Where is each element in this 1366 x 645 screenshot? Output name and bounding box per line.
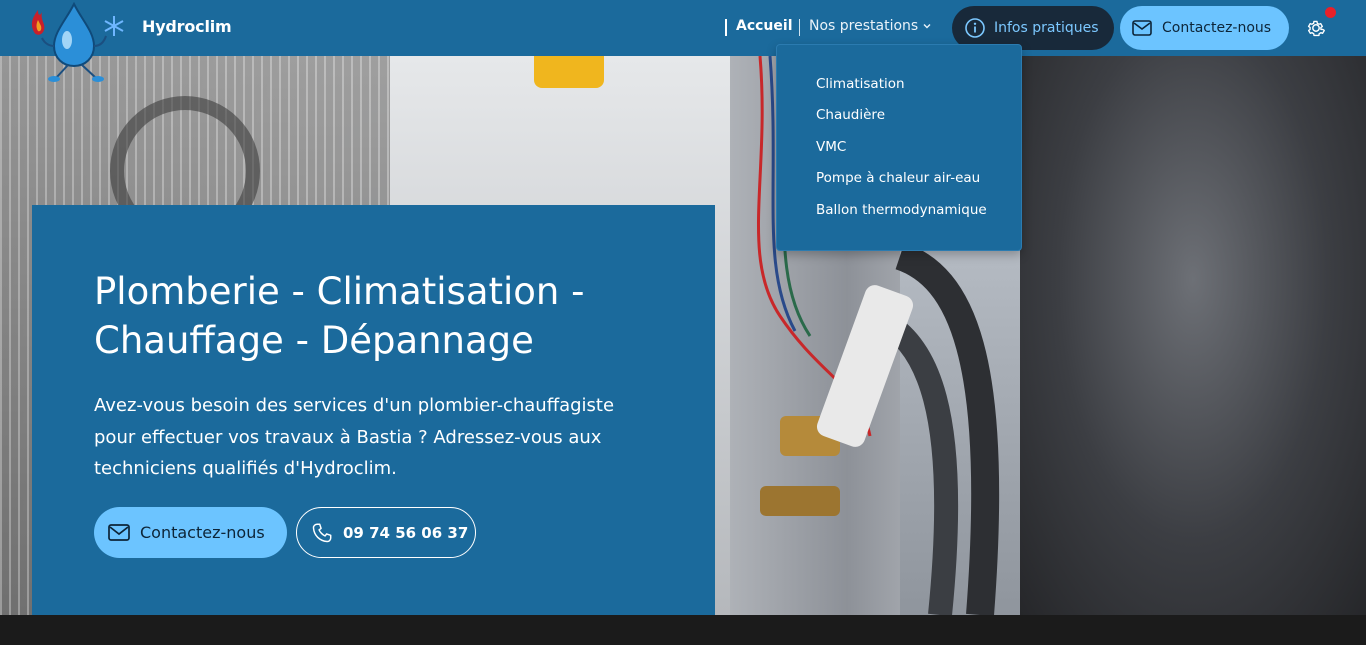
mail-icon — [108, 524, 130, 541]
site-header: Hydroclim Accueil Nos prestations Infos … — [0, 0, 1366, 82]
water-drop-logo-icon[interactable] — [26, 2, 130, 84]
nav-prestations-label: Nos prestations — [809, 18, 919, 34]
brand-name[interactable]: Hydroclim — [142, 17, 232, 36]
header-contact-button[interactable]: Contactez-nous — [1120, 6, 1289, 50]
hero-photo-gauge — [534, 56, 604, 88]
info-icon — [965, 18, 985, 38]
hero-description: Avez-vous besoin des services d'un plomb… — [94, 395, 615, 479]
nav-accueil[interactable]: Accueil — [736, 18, 793, 34]
header-contact-label: Contactez-nous — [1162, 20, 1272, 36]
nav-prestations[interactable]: Nos prestations — [809, 18, 932, 34]
phone-icon — [312, 523, 332, 542]
hero-title: Plomberie - Climatisation - Chauffage - … — [94, 270, 585, 362]
hero-phone-button[interactable]: 09 74 56 06 37 — [296, 507, 476, 558]
hero-phone-label: 09 74 56 06 37 — [343, 523, 469, 542]
dropdown-item-climatisation[interactable]: Climatisation — [816, 76, 905, 92]
dropdown-item-vmc[interactable]: VMC — [816, 139, 846, 155]
chevron-down-icon — [923, 24, 931, 29]
mail-icon — [1132, 20, 1152, 36]
hero-photo-technician — [1020, 56, 1366, 615]
footer-strip — [0, 615, 1366, 645]
gear-icon[interactable] — [1305, 17, 1327, 39]
infos-pratiques-label: Infos pratiques — [994, 20, 1099, 36]
hero-contact-button[interactable]: Contactez-nous — [94, 507, 287, 558]
dropdown-item-pompe-chaleur[interactable]: Pompe à chaleur air-eau — [816, 170, 980, 186]
hero-card: Plomberie - Climatisation - Chauffage - … — [32, 205, 715, 615]
notification-dot — [1325, 7, 1336, 18]
nav-divider — [799, 19, 800, 36]
prestations-dropdown: Climatisation Chaudière VMC Pompe à chal… — [776, 44, 1022, 251]
dropdown-item-ballon-thermodynamique[interactable]: Ballon thermodynamique — [816, 202, 987, 218]
nav-divider — [725, 19, 727, 36]
dropdown-item-chaudiere[interactable]: Chaudière — [816, 107, 885, 123]
hero-contact-label: Contactez-nous — [140, 523, 265, 542]
